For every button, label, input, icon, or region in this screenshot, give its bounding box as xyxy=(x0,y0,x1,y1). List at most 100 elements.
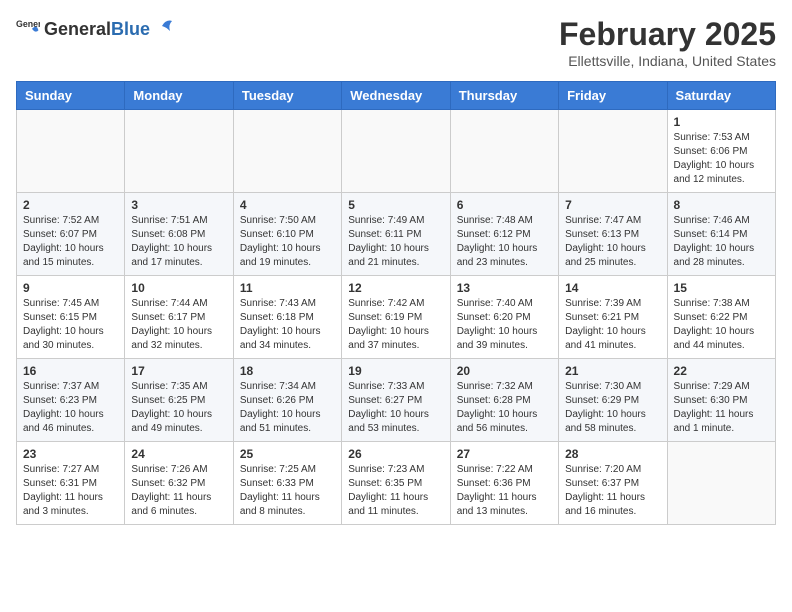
calendar-header-row: SundayMondayTuesdayWednesdayThursdayFrid… xyxy=(17,82,776,110)
day-number: 7 xyxy=(565,198,660,212)
day-info: Sunrise: 7:23 AM Sunset: 6:35 PM Dayligh… xyxy=(348,463,443,519)
calendar-cell: 25Sunrise: 7:25 AM Sunset: 6:33 PM Dayli… xyxy=(233,442,341,525)
weekday-header-saturday: Saturday xyxy=(667,82,775,110)
day-info: Sunrise: 7:50 AM Sunset: 6:10 PM Dayligh… xyxy=(240,214,335,270)
day-info: Sunrise: 7:27 AM Sunset: 6:31 PM Dayligh… xyxy=(23,463,118,519)
calendar-cell: 26 Sunrise: 7:23 AM Sunset: 6:35 PM Dayli… xyxy=(342,442,450,525)
calendar-week-row: 16 Sunrise: 7:37 AM Sunset: 6:23 PM Dayli… xyxy=(17,359,776,442)
logo-icon: General xyxy=(16,16,40,40)
day-number: 28 xyxy=(565,447,660,461)
day-info: Sunrise: 7:42 AM Sunset: 6:19 PM Dayligh… xyxy=(348,297,443,353)
calendar-cell: 23 Sunrise: 7:27 AM Sunset: 6:31 PM Dayli… xyxy=(17,442,125,525)
weekday-header-sunday: Sunday xyxy=(17,82,125,110)
weekday-header-wednesday: Wednesday xyxy=(342,82,450,110)
day-info: Sunrise: 7:47 AM Sunset: 6:13 PM Dayligh… xyxy=(565,214,660,270)
day-number: 26 xyxy=(348,447,443,461)
calendar-location: Ellettsville, Indiana, United States xyxy=(559,53,776,69)
page-header: General GeneralBlue February 2025 Ellett… xyxy=(16,16,776,69)
day-number: 10 xyxy=(131,281,226,295)
day-info: Sunrise: 7:46 AM Sunset: 6:14 PM Dayligh… xyxy=(674,214,769,270)
calendar-cell xyxy=(667,442,775,525)
day-number: 19 xyxy=(348,364,443,378)
day-number: 23 xyxy=(23,447,118,461)
weekday-header-friday: Friday xyxy=(559,82,667,110)
calendar-week-row: 23 Sunrise: 7:27 AM Sunset: 6:31 PM Dayli… xyxy=(17,442,776,525)
day-number: 16 xyxy=(23,364,118,378)
day-info: Sunrise: 7:32 AM Sunset: 6:28 PM Dayligh… xyxy=(457,380,552,436)
calendar-title: February 2025 xyxy=(559,16,776,53)
day-info: Sunrise: 7:45 AM Sunset: 6:15 PM Dayligh… xyxy=(23,297,118,353)
weekday-header-thursday: Thursday xyxy=(450,82,558,110)
calendar-cell: 28 Sunrise: 7:20 AM Sunset: 6:37 PM Dayli… xyxy=(559,442,667,525)
day-info: Sunrise: 7:25 AM Sunset: 6:33 PM Dayligh… xyxy=(240,463,335,519)
calendar-cell: 2Sunrise: 7:52 AM Sunset: 6:07 PM Daylig… xyxy=(17,193,125,276)
calendar-cell: 12 Sunrise: 7:42 AM Sunset: 6:19 PM Dayli… xyxy=(342,276,450,359)
day-number: 27 xyxy=(457,447,552,461)
weekday-header-tuesday: Tuesday xyxy=(233,82,341,110)
day-info: Sunrise: 7:30 AM Sunset: 6:29 PM Dayligh… xyxy=(565,380,660,436)
day-number: 14 xyxy=(565,281,660,295)
calendar-cell: 24 Sunrise: 7:26 AM Sunset: 6:32 PM Dayli… xyxy=(125,442,233,525)
calendar-cell: 15 Sunrise: 7:38 AM Sunset: 6:22 PM Dayli… xyxy=(667,276,775,359)
day-info: Sunrise: 7:37 AM Sunset: 6:23 PM Dayligh… xyxy=(23,380,118,436)
calendar-cell: 11 Sunrise: 7:43 AM Sunset: 6:18 PM Dayli… xyxy=(233,276,341,359)
day-info: Sunrise: 7:34 AM Sunset: 6:26 PM Dayligh… xyxy=(240,380,335,436)
calendar-cell xyxy=(559,110,667,193)
day-number: 1 xyxy=(674,115,769,129)
day-number: 13 xyxy=(457,281,552,295)
calendar-week-row: 2Sunrise: 7:52 AM Sunset: 6:07 PM Daylig… xyxy=(17,193,776,276)
day-number: 24 xyxy=(131,447,226,461)
day-info: Sunrise: 7:26 AM Sunset: 6:32 PM Dayligh… xyxy=(131,463,226,519)
calendar-cell: 13 Sunrise: 7:40 AM Sunset: 6:20 PM Dayli… xyxy=(450,276,558,359)
day-number: 17 xyxy=(131,364,226,378)
calendar-cell: 21 Sunrise: 7:30 AM Sunset: 6:29 PM Dayli… xyxy=(559,359,667,442)
day-number: 3 xyxy=(131,198,226,212)
calendar-cell xyxy=(125,110,233,193)
day-info: Sunrise: 7:38 AM Sunset: 6:22 PM Dayligh… xyxy=(674,297,769,353)
day-info: Sunrise: 7:35 AM Sunset: 6:25 PM Dayligh… xyxy=(131,380,226,436)
day-info: Sunrise: 7:40 AM Sunset: 6:20 PM Dayligh… xyxy=(457,297,552,353)
day-number: 22 xyxy=(674,364,769,378)
title-block: February 2025 Ellettsville, Indiana, Uni… xyxy=(559,16,776,69)
day-number: 2 xyxy=(23,198,118,212)
calendar-cell: 1 Sunrise: 7:53 AM Sunset: 6:06 PM Daylig… xyxy=(667,110,775,193)
day-number: 8 xyxy=(674,198,769,212)
calendar-table: SundayMondayTuesdayWednesdayThursdayFrid… xyxy=(16,81,776,525)
day-number: 12 xyxy=(348,281,443,295)
calendar-cell xyxy=(450,110,558,193)
calendar-cell: 22 Sunrise: 7:29 AM Sunset: 6:30 PM Dayli… xyxy=(667,359,775,442)
day-number: 15 xyxy=(674,281,769,295)
calendar-cell: 9 Sunrise: 7:45 AM Sunset: 6:15 PM Daylig… xyxy=(17,276,125,359)
day-number: 21 xyxy=(565,364,660,378)
day-info: Sunrise: 7:43 AM Sunset: 6:18 PM Dayligh… xyxy=(240,297,335,353)
day-number: 11 xyxy=(240,281,335,295)
day-info: Sunrise: 7:20 AM Sunset: 6:37 PM Dayligh… xyxy=(565,463,660,519)
calendar-cell: 8 Sunrise: 7:46 AM Sunset: 6:14 PM Daylig… xyxy=(667,193,775,276)
calendar-cell: 5Sunrise: 7:49 AM Sunset: 6:11 PM Daylig… xyxy=(342,193,450,276)
calendar-cell: 4 Sunrise: 7:50 AM Sunset: 6:10 PM Daylig… xyxy=(233,193,341,276)
day-info: Sunrise: 7:22 AM Sunset: 6:36 PM Dayligh… xyxy=(457,463,552,519)
calendar-week-row: 9 Sunrise: 7:45 AM Sunset: 6:15 PM Daylig… xyxy=(17,276,776,359)
day-info: Sunrise: 7:29 AM Sunset: 6:30 PM Dayligh… xyxy=(674,380,769,436)
calendar-cell: 14 Sunrise: 7:39 AM Sunset: 6:21 PM Dayli… xyxy=(559,276,667,359)
day-number: 20 xyxy=(457,364,552,378)
calendar-week-row: 1 Sunrise: 7:53 AM Sunset: 6:06 PM Daylig… xyxy=(17,110,776,193)
logo-text-blue: Blue xyxy=(111,19,150,40)
logo-bird-icon xyxy=(152,17,174,35)
day-number: 18 xyxy=(240,364,335,378)
day-number: 6 xyxy=(457,198,552,212)
day-info: Sunrise: 7:39 AM Sunset: 6:21 PM Dayligh… xyxy=(565,297,660,353)
day-info: Sunrise: 7:33 AM Sunset: 6:27 PM Dayligh… xyxy=(348,380,443,436)
calendar-cell xyxy=(17,110,125,193)
day-info: Sunrise: 7:53 AM Sunset: 6:06 PM Dayligh… xyxy=(674,131,769,187)
day-number: 9 xyxy=(23,281,118,295)
day-info: Sunrise: 7:48 AM Sunset: 6:12 PM Dayligh… xyxy=(457,214,552,270)
calendar-cell: 27 Sunrise: 7:22 AM Sunset: 6:36 PM Dayli… xyxy=(450,442,558,525)
weekday-header-monday: Monday xyxy=(125,82,233,110)
logo-text-general: General xyxy=(44,19,111,40)
calendar-cell: 6 Sunrise: 7:48 AM Sunset: 6:12 PM Daylig… xyxy=(450,193,558,276)
day-number: 5 xyxy=(348,198,443,212)
calendar-cell: 20 Sunrise: 7:32 AM Sunset: 6:28 PM Dayli… xyxy=(450,359,558,442)
day-info: Sunrise: 7:44 AM Sunset: 6:17 PM Dayligh… xyxy=(131,297,226,353)
day-number: 4 xyxy=(240,198,335,212)
